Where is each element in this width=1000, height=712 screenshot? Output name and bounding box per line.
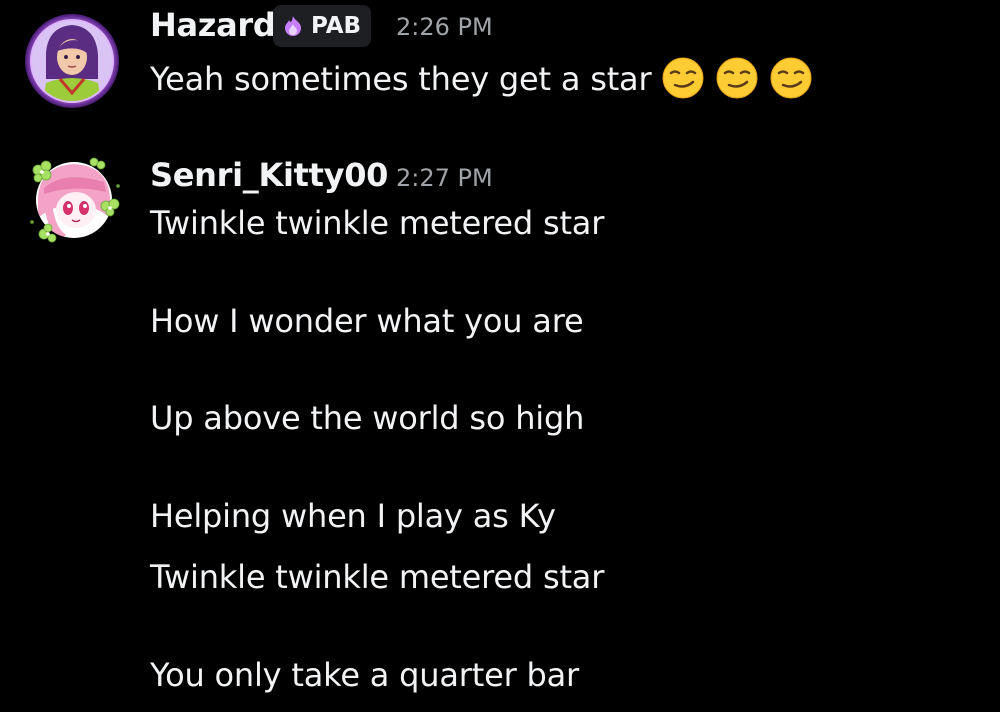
avatar-image [25, 14, 119, 108]
message-line: Twinkle twinkle metered star [150, 558, 605, 596]
timestamp[interactable]: 2:27 PM [396, 164, 493, 192]
smirk-emoji-icon [770, 57, 812, 99]
smirk-emoji-icon [662, 57, 704, 99]
username[interactable]: Senri_Kitty00 [150, 156, 388, 194]
guild-tag-badge[interactable]: PAB [273, 5, 372, 47]
message-line: Yeah sometimes they get a star [150, 60, 652, 98]
smirk-emoji-icon [716, 57, 758, 99]
flame-icon [285, 16, 301, 36]
message-text: Yeah sometimes they get a star [150, 56, 813, 100]
message-line: How I wonder what you are [150, 302, 584, 340]
avatar-image [30, 157, 120, 243]
message-line: Helping when I play as Ky [150, 497, 556, 535]
message-line: Twinkle twinkle metered star [150, 204, 605, 242]
avatar[interactable] [24, 148, 120, 244]
avatar[interactable] [24, 13, 120, 109]
username[interactable]: Hazard [150, 6, 276, 44]
message-senri-kitty: Senri_Kitty00 2:27 PM Twinkle twinkle me… [0, 140, 1000, 712]
timestamp[interactable]: 2:26 PM [396, 13, 493, 41]
message-line: You only take a quarter bar [150, 656, 579, 694]
message-line: Up above the world so high [150, 399, 585, 437]
badge-label: PAB [311, 13, 362, 39]
message-hazard: Hazard PAB 2:26 PM Yeah sometimes they g… [0, 0, 1000, 120]
